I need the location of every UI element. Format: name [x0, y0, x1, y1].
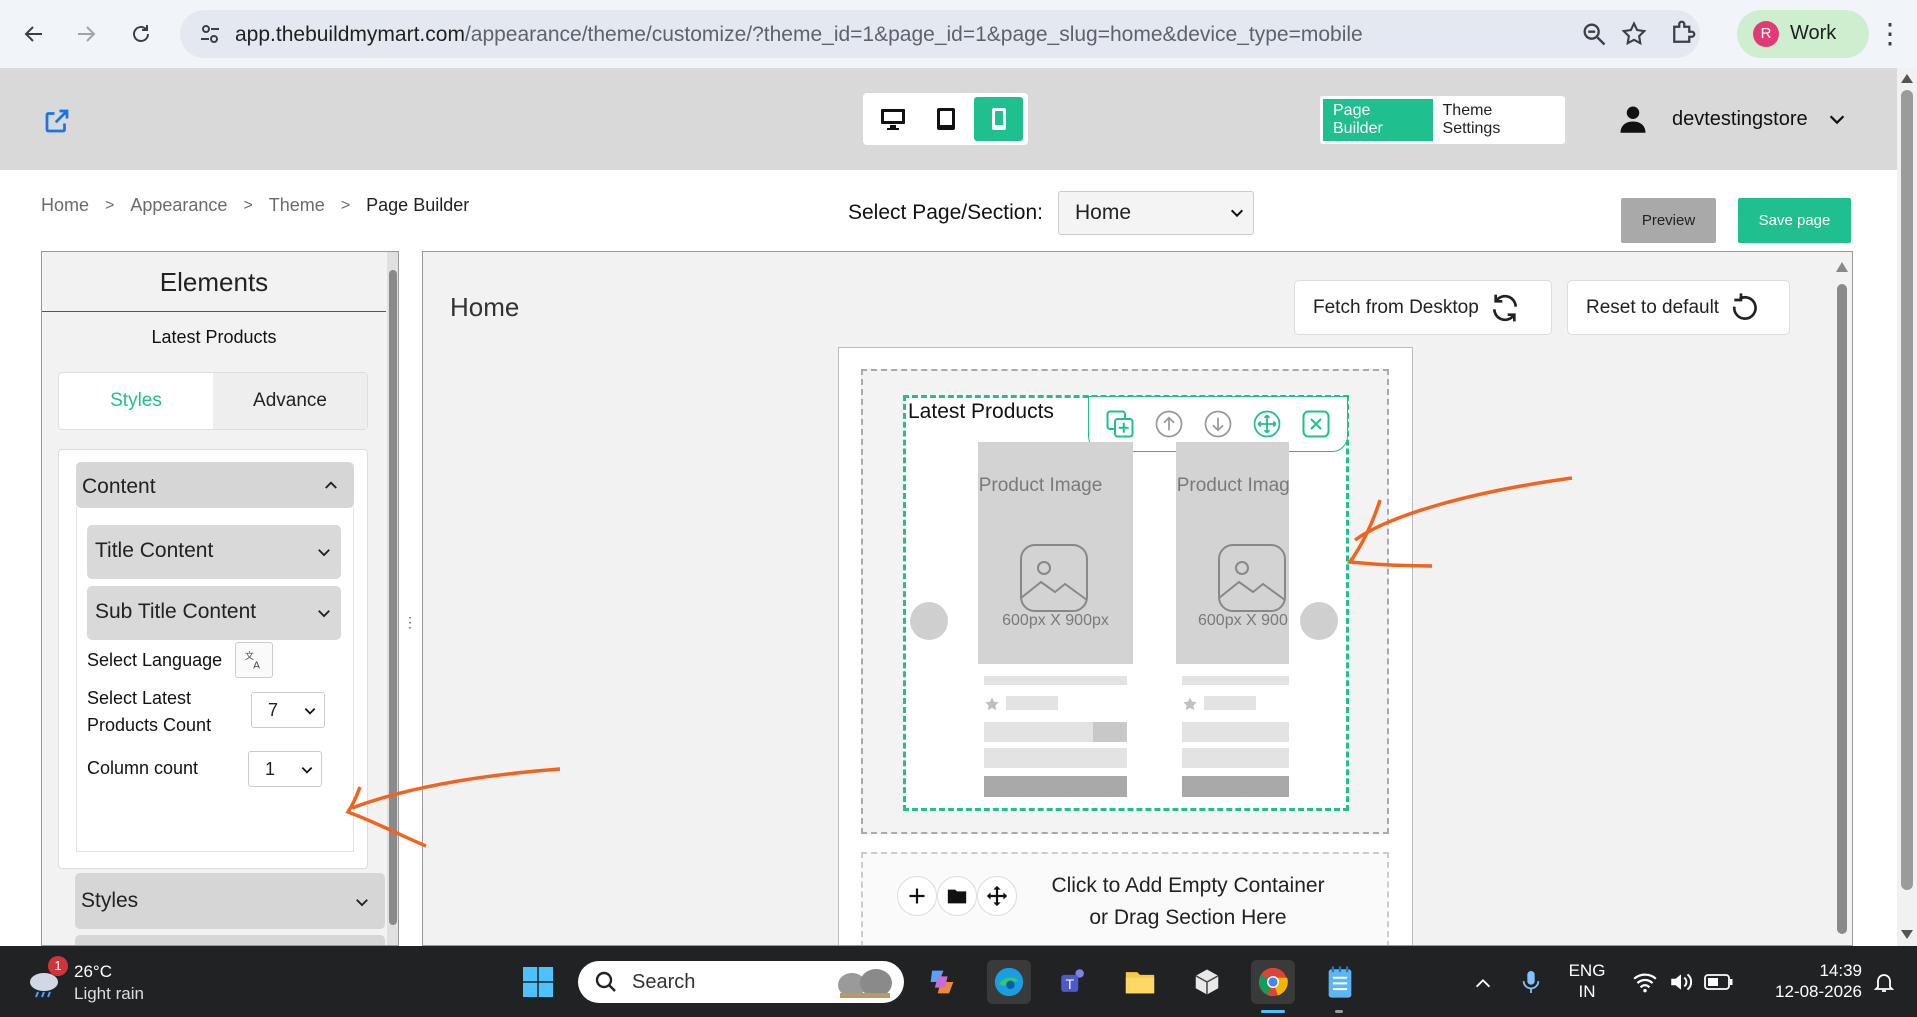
teams-icon[interactable]: T: [1052, 960, 1096, 1004]
start-icon[interactable]: [516, 960, 560, 1004]
chevron-up-icon[interactable]: [1472, 972, 1494, 994]
volume-icon[interactable]: [1668, 970, 1694, 994]
annotation-overlay: [345, 476, 1573, 848]
search-icon: [595, 971, 616, 992]
weather-widget[interactable]: 1 26°C Light rain: [22, 956, 222, 1004]
edge-icon[interactable]: [987, 960, 1031, 1004]
microphone-icon[interactable]: [1520, 968, 1542, 996]
copilot-icon[interactable]: [920, 960, 964, 1004]
battery-icon[interactable]: [1704, 972, 1734, 992]
wifi-icon[interactable]: [1632, 970, 1658, 994]
weather-description: Light rain: [74, 984, 144, 1003]
taskbar-search[interactable]: Search: [578, 961, 904, 1003]
language-indicator[interactable]: ENG IN: [1566, 960, 1608, 1002]
weather-badge: 1: [48, 956, 68, 976]
temperature: 26°C: [74, 962, 112, 981]
annotation-arrow-shaft: [351, 767, 561, 810]
search-placeholder: Search: [632, 971, 696, 993]
clock-date: 12-08-2026: [1775, 982, 1862, 1001]
annotation-arrow-shaft: [1353, 476, 1573, 542]
language-code: ENG: [1568, 961, 1606, 980]
clock-time: 14:39: [1819, 961, 1862, 980]
notifications-icon[interactable]: [1872, 970, 1896, 994]
notepad-running-indicator: [1335, 1010, 1343, 1013]
file-explorer-icon[interactable]: [1118, 960, 1162, 1004]
search-highlight-image: [838, 969, 892, 998]
region-code: IN: [1578, 982, 1596, 1001]
notepad-icon[interactable]: [1318, 960, 1362, 1004]
chrome-active-indicator: [1261, 1010, 1285, 1013]
taskbar: 1 26°C Light rain Search T ENG IN 14:39: [0, 946, 1917, 1017]
svg-text:T: T: [1066, 977, 1075, 993]
app-box-icon[interactable]: [1185, 960, 1229, 1004]
clock[interactable]: 14:39 12-08-2026: [1752, 960, 1862, 1002]
chrome-icon[interactable]: [1251, 960, 1295, 1004]
